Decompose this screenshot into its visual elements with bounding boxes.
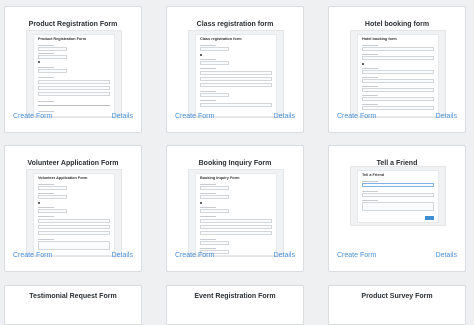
form-card-product-registration[interactable]: Product Registration Form Product Regist…	[4, 6, 142, 133]
create-form-link[interactable]: Create Form	[337, 113, 376, 120]
create-form-link[interactable]: Create Form	[13, 113, 52, 120]
preview-title: Product Registration Form	[38, 37, 87, 41]
form-preview-thumbnail[interactable]: Booking Inquiry Form	[188, 169, 284, 257]
form-card-testimonial-request[interactable]: Testimonial Request Form	[4, 285, 142, 325]
form-card-hotel-booking[interactable]: Hotel booking form Hotel booking form Cr…	[328, 6, 466, 133]
create-form-link[interactable]: Create Form	[175, 252, 214, 259]
create-form-link[interactable]: Create Form	[337, 252, 376, 259]
form-card-product-survey[interactable]: Product Survey Form	[328, 285, 466, 325]
card-title: Product Survey Form	[361, 293, 433, 300]
submit-button-thumbnail	[425, 216, 434, 220]
details-link[interactable]: Details	[436, 113, 457, 120]
preview-title: Tell a Friend	[362, 173, 385, 177]
create-form-link[interactable]: Create Form	[175, 113, 214, 120]
card-title: Testimonial Request Form	[29, 293, 117, 300]
preview-title: Hotel booking form	[362, 37, 397, 41]
create-form-link[interactable]: Create Form	[13, 252, 52, 259]
card-title: Booking Inquiry Form	[198, 160, 272, 167]
card-title: Volunteer Application Form	[27, 160, 119, 167]
card-title: Hotel booking form	[364, 21, 430, 28]
details-link[interactable]: Details	[112, 252, 133, 259]
card-title: Product Registration Form	[28, 21, 118, 28]
form-preview-thumbnail[interactable]: Volunteer Application Form	[26, 169, 122, 257]
form-card-tell-a-friend[interactable]: Tell a Friend Tell a Friend Create Form …	[328, 145, 466, 272]
details-link[interactable]: Details	[274, 113, 295, 120]
details-link[interactable]: Details	[274, 252, 295, 259]
details-link[interactable]: Details	[436, 252, 457, 259]
details-link[interactable]: Details	[112, 113, 133, 120]
preview-title: Booking Inquiry Form	[200, 176, 240, 180]
form-card-booking-inquiry[interactable]: Booking Inquiry Form Booking Inquiry For…	[166, 145, 304, 272]
preview-title: Volunteer Application Form	[38, 176, 88, 180]
form-preview-thumbnail[interactable]: Product Registration Form	[26, 30, 122, 118]
form-preview-thumbnail[interactable]: Tell a Friend	[350, 166, 446, 226]
form-card-event-registration[interactable]: Event Registration Form	[166, 285, 304, 325]
card-title: Class registration form	[196, 21, 274, 28]
card-title: Event Registration Form	[194, 293, 276, 300]
form-card-volunteer-application[interactable]: Volunteer Application Form Volunteer App…	[4, 145, 142, 272]
form-preview-thumbnail[interactable]: Class registration form	[188, 30, 284, 118]
preview-title: Class registration form	[200, 37, 242, 41]
form-preview-thumbnail[interactable]: Hotel booking form	[350, 30, 446, 118]
form-card-class-registration[interactable]: Class registration form Class registrati…	[166, 6, 304, 133]
